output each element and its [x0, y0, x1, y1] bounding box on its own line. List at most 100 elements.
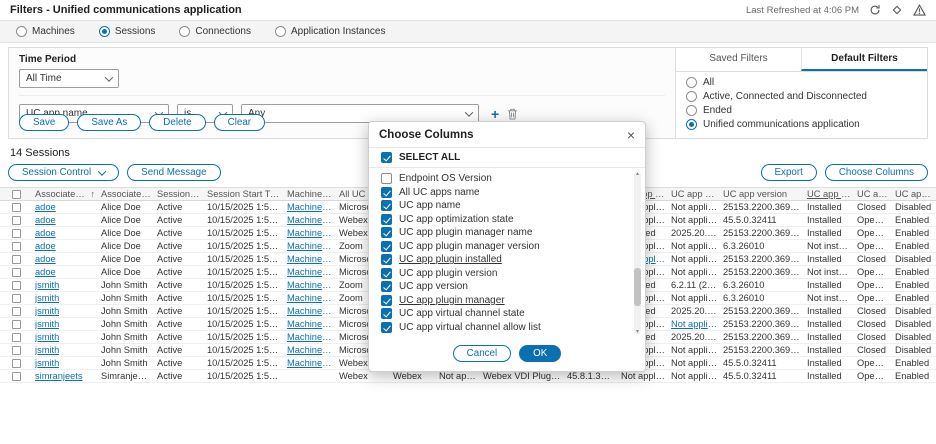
scrollbar[interactable]: ▴ ▾ — [634, 172, 641, 334]
row-checkbox[interactable] — [6, 203, 32, 212]
cell-associated_user[interactable]: adoe — [32, 228, 98, 238]
row-checkbox[interactable] — [6, 255, 32, 264]
cell-associated_user[interactable]: jsmith — [32, 319, 98, 329]
alerts-icon[interactable] — [913, 4, 926, 16]
column-option-uc-app-plugin-version[interactable]: UC app plugin version — [381, 267, 627, 281]
view-mode-sessions[interactable]: Sessions — [99, 26, 156, 37]
add-criteria-icon[interactable]: + — [491, 107, 499, 121]
column-header-session_start_time[interactable]: Session Start Time — [204, 189, 284, 199]
row-checkbox[interactable] — [6, 281, 32, 290]
view-mode-machines[interactable]: Machines — [16, 26, 75, 37]
row-checkbox[interactable] — [6, 216, 32, 225]
delete-criteria-icon[interactable] — [507, 108, 518, 120]
cell-machine_name[interactable]: Machine-200 — [284, 267, 336, 277]
cell-associated_user[interactable]: jsmith — [32, 306, 98, 316]
filter-option-active-connected-and-disconnected[interactable]: Active, Connected and Disconnected — [686, 91, 917, 102]
cell-associated_user[interactable]: jsmith — [32, 332, 98, 342]
tab-default-filters[interactable]: Default Filters — [801, 48, 927, 71]
column-option-uc-app-plugin-manager[interactable]: UC app plugin manager — [381, 294, 627, 308]
column-header-uc_app_plugin_manager[interactable]: UC app plugin manager — [804, 189, 854, 199]
select-all-rows-checkbox[interactable] — [6, 190, 32, 199]
column-option-uc-app-plugin-installed[interactable]: UC app plugin installed — [381, 253, 627, 267]
cell-uc_app_plugin_manager_version[interactable]: Not applicable — [668, 319, 720, 329]
cell-associated_user[interactable]: simranjeets — [32, 371, 98, 381]
cell-machine_name[interactable]: Machine-001 — [284, 280, 336, 290]
export-button[interactable]: Export — [761, 164, 817, 181]
row-checkbox[interactable] — [6, 359, 32, 368]
cell-machine_name[interactable]: Machine-001 — [284, 319, 336, 329]
cell-machine_name[interactable]: Machine-001 — [284, 293, 336, 303]
scroll-up-icon[interactable]: ▴ — [634, 171, 641, 177]
column-header-machine_name[interactable]: Machine Name — [284, 189, 336, 199]
cell-associated_user[interactable]: jsmith — [32, 280, 98, 290]
column-header-uc_app_version[interactable]: UC app version — [720, 189, 804, 199]
column-option-all-uc-apps-name[interactable]: All UC apps name — [381, 186, 627, 200]
column-header-uc_app_virtual_channel_state[interactable]: UC app virtual channel state — [854, 189, 892, 199]
row-checkbox[interactable] — [6, 268, 32, 277]
select-all-option[interactable]: SELECT ALL — [369, 147, 645, 168]
cell-associated_user[interactable]: jsmith — [32, 293, 98, 303]
row-checkbox[interactable] — [6, 320, 32, 329]
tab-saved-filters[interactable]: Saved Filters — [676, 48, 801, 71]
column-header-uc_app_virtual_channel_allow_list[interactable]: UC app virtual channel allow list — [892, 189, 936, 199]
choose-columns-button[interactable]: Choose Columns — [825, 164, 928, 181]
column-option-endpoint-os-version[interactable]: Endpoint OS Version — [381, 172, 627, 186]
filter-option-unified-communications-application[interactable]: Unified communications application — [686, 119, 917, 130]
save-as-button[interactable]: Save As — [77, 114, 141, 131]
cell-machine_name[interactable]: Machine-200 — [284, 241, 336, 251]
row-checkbox[interactable] — [6, 307, 32, 316]
column-header-uc_app_plugin_manager_version[interactable]: UC app plugin manager version — [668, 189, 720, 199]
column-option-uc-app-optimization-state[interactable]: UC app optimization state — [381, 213, 627, 227]
row-checkbox[interactable] — [6, 229, 32, 238]
row-checkbox[interactable] — [6, 372, 32, 381]
row-checkbox[interactable] — [6, 294, 32, 303]
cell-machine_name[interactable]: Machine-200 — [284, 215, 336, 225]
column-option-uc-app-plugin-manager-name[interactable]: UC app plugin manager name — [381, 226, 627, 240]
save-button[interactable]: Save — [19, 114, 69, 131]
session-control-button[interactable]: Session Control — [8, 164, 119, 181]
cell-machine_name[interactable]: Machine-200 — [284, 202, 336, 212]
cell-associated_user[interactable]: jsmith — [32, 345, 98, 355]
send-message-button[interactable]: Send Message — [127, 164, 220, 181]
delete-button[interactable]: Delete — [149, 114, 205, 131]
cell-uc_app_virtual_channel_state: Opened — [854, 215, 892, 225]
column-header-session_state[interactable]: Session State — [154, 189, 204, 199]
cell-associated_user[interactable]: adoe — [32, 254, 98, 264]
cell-machine_name[interactable]: Machine-001 — [284, 345, 336, 355]
cell-associated_user[interactable]: adoe — [32, 241, 98, 251]
row-checkbox[interactable] — [6, 333, 32, 342]
saved-filters-panel: Saved Filters Default Filters All Active,… — [675, 48, 927, 138]
cell-associated_user[interactable]: adoe — [32, 202, 98, 212]
cell-machine_name[interactable]: Machine-001 — [284, 332, 336, 342]
cancel-button[interactable]: Cancel — [453, 345, 512, 362]
column-header-associated_user[interactable]: Associated User↑ — [32, 189, 98, 199]
view-mode-application-instances[interactable]: Application Instances — [275, 26, 386, 37]
cell-machine_name[interactable]: Machine-200 — [284, 254, 336, 264]
column-header-associated_user_name[interactable]: Associated User Name — [98, 189, 154, 199]
filter-option-all[interactable]: All — [686, 77, 917, 88]
row-checkbox[interactable] — [6, 242, 32, 251]
cell-associated_user[interactable]: adoe — [32, 267, 98, 277]
column-option-uc-app-version[interactable]: UC app version — [381, 280, 627, 294]
cell-uc_app_plugin_manager: Installed — [804, 345, 854, 355]
filter-option-ended[interactable]: Ended — [686, 105, 917, 116]
cell-machine_name[interactable]: Machine-200 — [284, 228, 336, 238]
scroll-down-icon[interactable]: ▾ — [634, 329, 641, 335]
column-option-uc-app-virtual-channel-allow-list[interactable]: UC app virtual channel allow list — [381, 321, 627, 335]
column-option-uc-app-name[interactable]: UC app name — [381, 199, 627, 213]
cell-associated_user[interactable]: jsmith — [32, 358, 98, 368]
cell-associated_user[interactable]: adoe — [32, 215, 98, 225]
view-mode-connections[interactable]: Connections — [179, 26, 251, 37]
ok-button[interactable]: OK — [519, 345, 561, 362]
refresh-icon[interactable] — [869, 4, 881, 16]
clear-button[interactable]: Clear — [214, 114, 265, 131]
column-option-uc-app-virtual-channel-state[interactable]: UC app virtual channel state — [381, 307, 627, 321]
close-icon[interactable]: × — [627, 128, 635, 142]
time-period-select[interactable]: All Time — [19, 69, 119, 88]
column-option-uc-app-plugin-manager-version[interactable]: UC app plugin manager version — [381, 240, 627, 254]
popout-icon[interactable] — [891, 4, 903, 16]
row-checkbox[interactable] — [6, 346, 32, 355]
cell-machine_name[interactable]: Machine-001 — [284, 358, 336, 368]
cell-machine_name[interactable]: Machine-001 — [284, 306, 336, 316]
scrollbar-thumb[interactable] — [634, 268, 641, 306]
